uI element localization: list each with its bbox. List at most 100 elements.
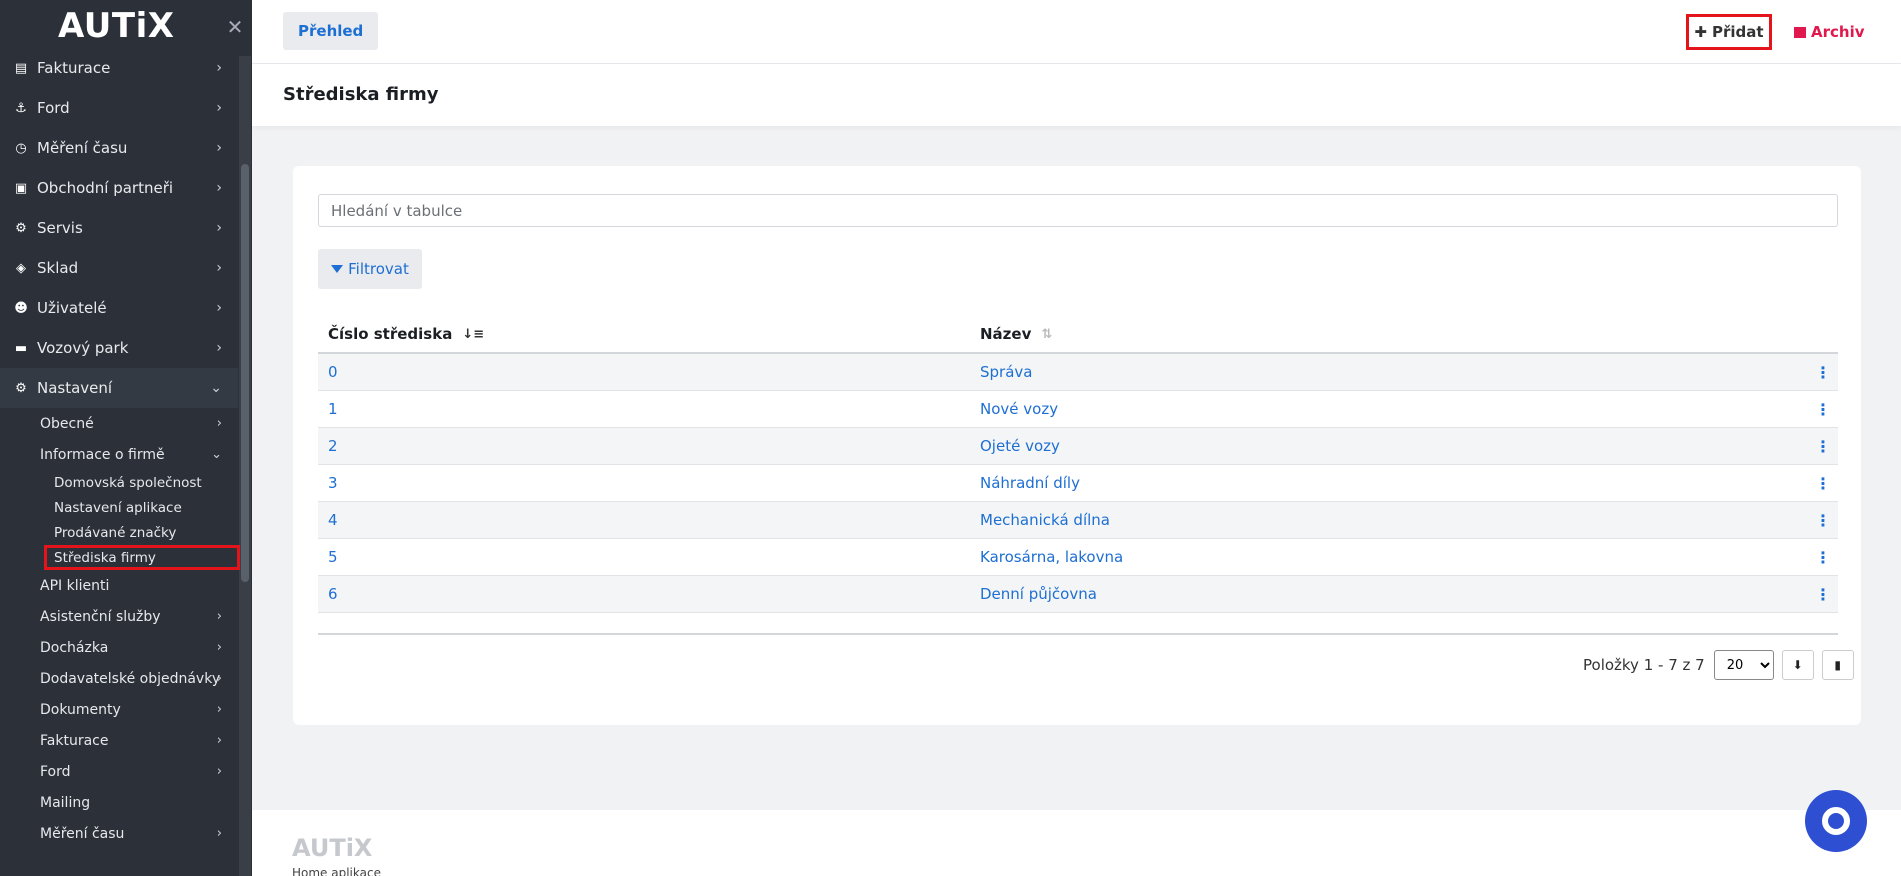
column-header-name[interactable]: Název ⇅: [980, 325, 1838, 343]
sidebar-subitem-label: Mailing: [40, 794, 91, 811]
sidebar-subitem-label: Ford: [40, 763, 71, 780]
row-menu-icon[interactable]: ⋮: [1808, 585, 1838, 604]
sort-icon[interactable]: ⇅: [1041, 327, 1052, 342]
sidebar-subsubitem-label: Nastavení aplikace: [54, 499, 182, 516]
center-number-link[interactable]: 2: [318, 437, 980, 455]
sidebar-subitem-fakturace[interactable]: Fakturace ›: [0, 725, 238, 756]
page-title-bar: Střediska firmy: [252, 64, 1901, 126]
row-menu-icon[interactable]: ⋮: [1808, 548, 1838, 567]
sidebar-item-nastaveni[interactable]: ⚙ Nastavení ⌄: [0, 368, 238, 408]
chevron-right-icon: ›: [216, 416, 222, 431]
sidebar-item-vozovy-park[interactable]: ▬ Vozový park ›: [0, 328, 238, 368]
download-button[interactable]: ⬇: [1781, 650, 1814, 680]
search-input[interactable]: [318, 194, 1838, 227]
gears-icon: ⚙: [15, 380, 27, 396]
anchor-icon: ⚓: [15, 100, 27, 116]
filter-button-label: Filtrovat: [348, 260, 409, 278]
page-title: Střediska firmy: [283, 84, 439, 105]
page-size-select[interactable]: 20: [1713, 650, 1774, 680]
row-menu-icon[interactable]: ⋮: [1808, 437, 1838, 456]
chevron-right-icon: ›: [216, 609, 222, 624]
center-name-link[interactable]: Nové vozy: [980, 400, 1808, 418]
table-row[interactable]: 0 Správa ⋮: [318, 354, 1838, 391]
table-row[interactable]: 1 Nové vozy ⋮: [318, 391, 1838, 428]
row-menu-icon[interactable]: ⋮: [1808, 511, 1838, 530]
row-menu-icon[interactable]: ⋮: [1808, 363, 1838, 382]
chevron-right-icon: ›: [216, 140, 222, 156]
sidebar-subitem-asistencni-sluzby[interactable]: Asistenční služby ›: [0, 601, 238, 632]
add-button[interactable]: ✚ Přidat: [1686, 14, 1772, 50]
file-icon: ▮: [1834, 658, 1841, 672]
sidebar: AUTiX ✕ ▤ Fakturace › ⚓ Ford › ◷ Měření …: [0, 0, 252, 876]
center-number-link[interactable]: 4: [318, 511, 980, 529]
app-logo[interactable]: AUTiX: [58, 6, 174, 46]
sidebar-item-uzivatele[interactable]: ☻ Uživatelé ›: [0, 288, 238, 328]
archive-button[interactable]: Archiv: [1794, 14, 1865, 50]
sidebar-item-label: Měření času: [37, 139, 128, 157]
center-name-link[interactable]: Karosárna, lakovna: [980, 548, 1808, 566]
center-number-link[interactable]: 1: [318, 400, 980, 418]
table-row[interactable]: 4 Mechanická dílna ⋮: [318, 502, 1838, 539]
center-number-link[interactable]: 3: [318, 474, 980, 492]
center-number-link[interactable]: 5: [318, 548, 980, 566]
filter-icon: [331, 265, 344, 273]
sidebar-item-sklad[interactable]: ◈ Sklad ›: [0, 248, 238, 288]
sidebar-item-ford[interactable]: ⚓ Ford ›: [0, 88, 238, 128]
close-icon[interactable]: ✕: [226, 17, 244, 37]
sidebar-scrollbar[interactable]: [241, 164, 249, 582]
sidebar-item-label: Servis: [37, 219, 83, 237]
chevron-right-icon: ›: [216, 340, 222, 356]
tab-overview[interactable]: Přehled: [283, 12, 379, 50]
sidebar-item-label: Obchodní partneři: [37, 179, 174, 197]
sidebar-item-fakturace[interactable]: ▤ Fakturace ›: [0, 48, 238, 88]
footer-text: Home aplikace: [292, 866, 381, 876]
table-row[interactable]: 5 Karosárna, lakovna ⋮: [318, 539, 1838, 576]
export-file-button[interactable]: ▮: [1821, 650, 1854, 680]
center-name-link[interactable]: Ojeté vozy: [980, 437, 1808, 455]
center-number-link[interactable]: 0: [318, 363, 980, 381]
table-row[interactable]: 6 Denní půjčovna ⋮: [318, 576, 1838, 613]
chevron-right-icon: ›: [216, 220, 222, 236]
sidebar-subsubitem-prodavane-znacky[interactable]: Prodávané značky: [0, 520, 238, 545]
sidebar-item-servis[interactable]: ⚙ Servis ›: [0, 208, 238, 248]
sidebar-subitem-informace-o-firme[interactable]: Informace o firmě ⌄: [0, 439, 238, 470]
sidebar-subitem-api-klienti[interactable]: API klienti: [0, 570, 238, 601]
sidebar-subitem-dodavatelske-objednavky[interactable]: Dodavatelské objednávky ›: [0, 663, 238, 694]
row-menu-icon[interactable]: ⋮: [1808, 474, 1838, 493]
sidebar-subitem-ford[interactable]: Ford ›: [0, 756, 238, 787]
add-button-label: Přidat: [1712, 23, 1764, 41]
row-menu-icon[interactable]: ⋮: [1808, 400, 1838, 419]
table-row[interactable]: 3 Náhradní díly ⋮: [318, 465, 1838, 502]
sidebar-item-obchodni-partneri[interactable]: ▣ Obchodní partneři ›: [0, 168, 238, 208]
center-name-link[interactable]: Správa: [980, 363, 1808, 381]
top-bar: Přehled ✚ Přidat Archiv: [252, 0, 1901, 64]
center-name-link[interactable]: Mechanická dílna: [980, 511, 1808, 529]
sort-ascending-icon[interactable]: ↓≡: [462, 327, 484, 342]
center-name-link[interactable]: Denní půjčovna: [980, 585, 1808, 603]
table-row[interactable]: 2 Ojeté vozy ⋮: [318, 428, 1838, 465]
sidebar-subsubitem-nastaveni-aplikace[interactable]: Nastavení aplikace: [0, 495, 238, 520]
sidebar-subsubitem-strediska-firmy[interactable]: Střediska firmy: [44, 545, 240, 570]
filter-button[interactable]: Filtrovat: [318, 249, 422, 289]
gears-icon: ⚙: [15, 220, 27, 236]
sidebar-subitem-mereni-casu[interactable]: Měření času ›: [0, 818, 238, 849]
center-number-link[interactable]: 6: [318, 585, 980, 603]
plus-icon: ✚: [1694, 23, 1707, 41]
sidebar-item-label: Fakturace: [37, 59, 111, 77]
sidebar-subitem-label: Dodavatelské objednávky: [40, 670, 221, 687]
pagination-info: Položky 1 - 7 z 7: [1583, 656, 1705, 674]
column-header-number[interactable]: Číslo střediska ↓≡: [318, 325, 980, 343]
box-icon: ◈: [16, 260, 26, 276]
download-icon: ⬇: [1792, 658, 1803, 672]
sidebar-subitem-obecne[interactable]: Obecné ›: [0, 408, 238, 439]
sidebar-subitem-dokumenty[interactable]: Dokumenty ›: [0, 694, 238, 725]
help-button[interactable]: [1805, 790, 1867, 852]
sidebar-item-mereni-casu[interactable]: ◷ Měření času ›: [0, 128, 238, 168]
sidebar-subsubitem-domovska-spolecnost[interactable]: Domovská společnost: [0, 470, 238, 495]
sidebar-subitem-label: Měření času: [40, 825, 125, 842]
car-icon: ▬: [14, 340, 28, 356]
sidebar-subitem-dochazka[interactable]: Docházka ›: [0, 632, 238, 663]
sidebar-subitem-mailing[interactable]: Mailing: [0, 787, 238, 818]
center-name-link[interactable]: Náhradní díly: [980, 474, 1808, 492]
sidebar-subitem-label: Fakturace: [40, 732, 109, 749]
